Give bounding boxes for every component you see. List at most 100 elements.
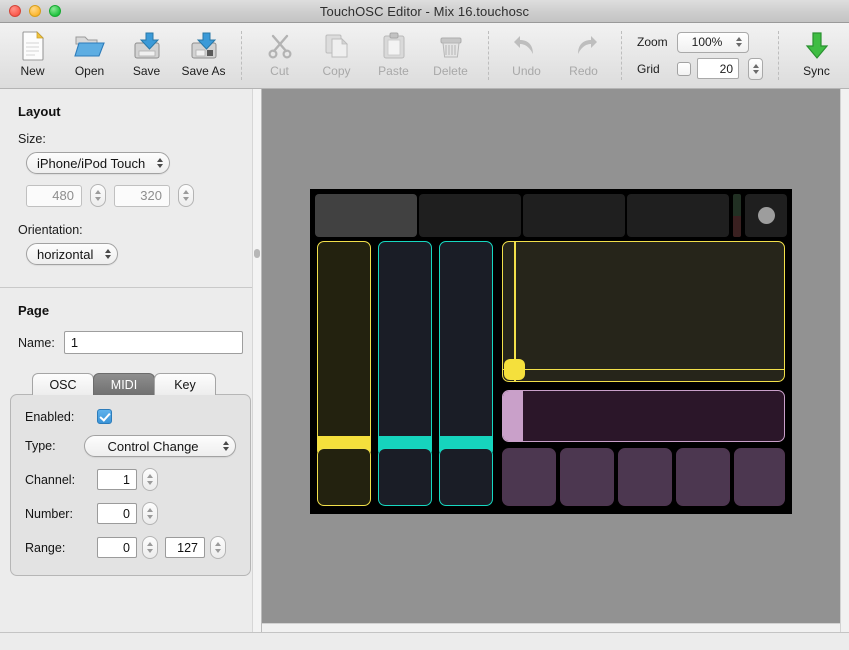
button-3[interactable] [439, 448, 493, 506]
button-4[interactable] [502, 448, 556, 506]
fader-3-track [440, 242, 492, 456]
redo-button-label: Redo [569, 64, 598, 78]
zoom-select[interactable]: 100% [677, 31, 749, 53]
green-down-arrow-icon [804, 29, 830, 63]
fader-1[interactable] [317, 241, 371, 457]
height-input[interactable]: 320 [114, 184, 170, 207]
size-label: Size: [18, 132, 46, 146]
toolbar-divider-3 [621, 31, 622, 80]
sync-button[interactable]: Sync [788, 23, 845, 88]
chevron-updown-icon [223, 441, 229, 451]
toolbar-edit-group: Cut Copy Paste Delete [251, 23, 479, 88]
fader-3[interactable] [439, 241, 493, 457]
save-button-label: Save [132, 64, 161, 78]
width-input[interactable]: 480 [26, 184, 82, 207]
close-button[interactable] [9, 5, 21, 17]
paste-button-label: Paste [378, 64, 409, 78]
toolbar-extra-group: Sync About [788, 23, 849, 88]
fader-2[interactable] [378, 241, 432, 457]
page-tab-4[interactable] [627, 194, 729, 237]
layout-canvas[interactable] [262, 89, 849, 632]
toolbar-history-group: Undo Redo [498, 23, 612, 88]
delete-button[interactable]: Delete [422, 23, 479, 88]
orientation-value: horizontal [37, 246, 94, 262]
orientation-label: Orientation: [18, 223, 83, 237]
button-7[interactable] [676, 448, 730, 506]
save-as-button[interactable]: Save As [175, 23, 232, 88]
about-button[interactable]: About [845, 23, 849, 88]
grid-size-input[interactable]: 20 [697, 58, 739, 79]
tab-key[interactable]: Key [154, 373, 216, 395]
page-tab-2[interactable] [419, 194, 521, 237]
save-button[interactable]: Save [118, 23, 175, 88]
zoom-stepper-icon[interactable] [733, 37, 744, 47]
midi-number-input[interactable]: 0 [97, 503, 137, 524]
led-indicator-box[interactable] [745, 194, 787, 237]
copy-button[interactable]: Copy [308, 23, 365, 88]
page-tab-3[interactable] [523, 194, 625, 237]
midi-enabled-checkbox[interactable] [97, 409, 112, 424]
size-value: iPhone/iPod Touch [37, 155, 146, 171]
status-bar [0, 632, 849, 650]
sidebar-scroll-thumb[interactable] [254, 249, 260, 258]
app-window: TouchOSC Editor - Mix 16.touchosc New Op… [0, 0, 849, 650]
tab-osc[interactable]: OSC [32, 373, 94, 395]
orientation-select[interactable]: horizontal [26, 243, 119, 265]
open-button[interactable]: Open [61, 23, 118, 88]
horizontal-slider-knob[interactable] [503, 391, 523, 441]
midi-type-row: Type: Control Change [25, 435, 236, 457]
page-name-input[interactable]: 1 [63, 331, 243, 354]
sidebar-scrollbar[interactable] [252, 89, 261, 632]
zoom-button[interactable] [49, 5, 61, 17]
paste-button[interactable]: Paste [365, 23, 422, 88]
window-controls [9, 5, 61, 17]
canvas-horizontal-scrollbar[interactable] [262, 623, 840, 632]
main-body: Layout Size: iPhone/iPod Touch 480 320 O… [0, 89, 849, 632]
button-5[interactable] [560, 448, 614, 506]
fader-2-track [379, 242, 431, 456]
undo-button[interactable]: Undo [498, 23, 555, 88]
button-1[interactable] [317, 448, 371, 506]
toolbar-divider-2 [488, 31, 489, 80]
midi-range-max-stepper[interactable] [210, 536, 226, 559]
midi-number-stepper[interactable] [142, 502, 158, 525]
canvas-vertical-scrollbar[interactable] [840, 89, 849, 632]
zoom-value: 100% [691, 35, 723, 49]
page-tab-1[interactable] [315, 194, 417, 237]
midi-range-min-stepper[interactable] [142, 536, 158, 559]
grid-checkbox[interactable] [677, 61, 691, 76]
grid-size-stepper[interactable] [748, 57, 763, 80]
redo-button[interactable]: Redo [555, 23, 612, 88]
cut-button[interactable]: Cut [251, 23, 308, 88]
new-button[interactable]: New [4, 23, 61, 88]
button-8[interactable] [734, 448, 785, 506]
tab-midi[interactable]: MIDI [93, 373, 155, 395]
zoom-label: Zoom [637, 35, 668, 49]
toolbar: New Open Save Save As Cut Copy Paste Del… [0, 23, 849, 89]
button-6[interactable] [618, 448, 672, 506]
open-folder-icon [74, 29, 105, 63]
scissors-icon [267, 29, 293, 63]
midi-type-label: Type: [25, 439, 56, 453]
horizontal-slider[interactable] [502, 390, 785, 442]
protocol-tab-box: OSC MIDI Key Enabled: Type: Control Chan… [10, 373, 251, 576]
copy-pages-icon [323, 29, 351, 63]
xy-pad[interactable] [502, 241, 785, 382]
size-select[interactable]: iPhone/iPod Touch [26, 152, 171, 174]
page-section: Page Name: 1 [0, 303, 261, 354]
page-name-label: Name: [18, 335, 55, 350]
midi-range-min-input[interactable]: 0 [97, 537, 137, 558]
width-stepper[interactable] [90, 184, 106, 207]
midi-range-label: Range: [25, 540, 66, 555]
tab-midi-label: MIDI [110, 377, 138, 392]
midi-channel-input[interactable]: 1 [97, 469, 137, 490]
midi-channel-stepper[interactable] [142, 468, 158, 491]
midi-type-select[interactable]: Control Change [84, 435, 236, 457]
toolbar-divider-1 [241, 31, 242, 80]
dimension-row: 480 320 [26, 184, 243, 207]
button-2[interactable] [378, 448, 432, 506]
height-stepper[interactable] [178, 184, 194, 207]
minimize-button[interactable] [29, 5, 41, 17]
xy-pad-knob[interactable] [504, 359, 525, 380]
midi-range-max-input[interactable]: 127 [165, 537, 205, 558]
